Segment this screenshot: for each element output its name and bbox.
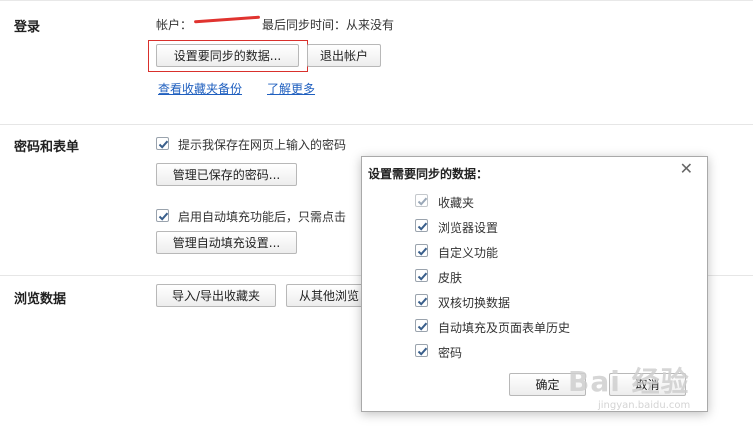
section-title-login: 登录 — [14, 20, 41, 35]
autofill-label: 启用自动填充功能后，只需点击 — [178, 210, 347, 224]
dialog-checkbox-favorites — [415, 194, 428, 207]
save-password-checkbox[interactable] — [156, 137, 169, 150]
sync-data-button[interactable]: 设置要同步的数据... — [156, 44, 299, 67]
dialog-checkbox-dual-core[interactable] — [415, 294, 428, 307]
close-icon[interactable]: ✕ — [680, 159, 693, 178]
dialog-title: 设置需要同步的数据： — [368, 167, 489, 181]
watermark-logo: Bai 经验 — [568, 365, 690, 398]
manage-autofill-button[interactable]: 管理自动填充设置... — [156, 231, 297, 254]
dialog-item-label: 密码 — [438, 346, 463, 360]
last-sync-text: 最后同步时间：从来没有 — [262, 18, 395, 32]
learn-more-link[interactable]: 了解更多 — [267, 80, 315, 97]
logout-button[interactable]: 退出帐户 — [307, 44, 381, 67]
backup-link[interactable]: 查看收藏夹备份 — [158, 80, 242, 97]
account-label: 帐户： — [156, 18, 193, 32]
dialog-item-label: 双核切换数据 — [438, 296, 511, 310]
dialog-item-label: 自定义功能 — [438, 246, 499, 260]
section-title-browse: 浏览数据 — [14, 292, 67, 307]
dialog-checkbox-autofill-history[interactable] — [415, 319, 428, 332]
dialog-checkbox-password[interactable] — [415, 344, 428, 357]
autofill-checkbox[interactable] — [156, 209, 169, 222]
dialog-item-label: 浏览器设置 — [438, 221, 499, 235]
section-divider — [0, 124, 753, 125]
dialog-item-label: 自动填充及页面表单历史 — [438, 321, 571, 335]
dialog-checkbox-browser-settings[interactable] — [415, 219, 428, 232]
manage-password-button[interactable]: 管理已保存的密码... — [156, 163, 297, 186]
dialog-checkbox-skin[interactable] — [415, 269, 428, 282]
section-title-password: 密码和表单 — [14, 140, 80, 155]
import-export-button[interactable]: 导入/导出收藏夹 — [156, 284, 276, 307]
top-border — [0, 0, 753, 7]
dialog-item-label: 收藏夹 — [438, 196, 475, 210]
dialog-checkbox-custom-features[interactable] — [415, 244, 428, 257]
save-password-label: 提示我保存在网页上输入的密码 — [178, 138, 347, 152]
account-redaction — [193, 15, 261, 24]
watermark-url: jingyan.baidu.com — [598, 400, 691, 411]
dialog-item-label: 皮肤 — [438, 271, 463, 285]
